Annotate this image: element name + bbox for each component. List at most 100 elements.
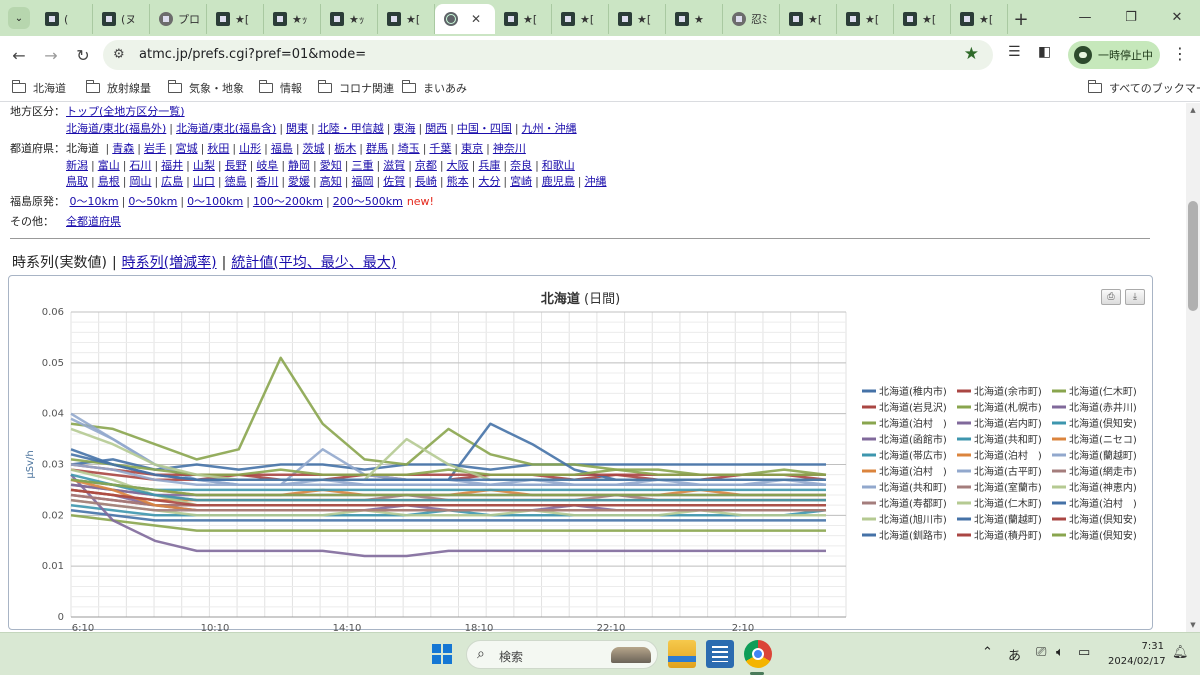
nav-link[interactable]: 新潟 bbox=[66, 159, 88, 172]
bookmark-item[interactable]: 情報 bbox=[258, 80, 302, 96]
browser-tab[interactable]: ★[ bbox=[207, 4, 264, 34]
nav-link[interactable]: 大分 bbox=[478, 175, 500, 188]
nav-link[interactable]: 北海道/東北(福島外) bbox=[66, 122, 166, 135]
nav-link[interactable]: 愛媛 bbox=[288, 175, 310, 188]
clock[interactable]: 7:31 2024/02/17 bbox=[1108, 639, 1166, 669]
nav-link[interactable]: 京都 bbox=[415, 159, 437, 172]
minimize-icon[interactable]: — bbox=[1062, 0, 1108, 34]
taskbar-search[interactable]: ⌕ 検索 bbox=[466, 640, 658, 669]
browser-tab[interactable]: ★[ bbox=[552, 4, 609, 34]
nav-link[interactable]: 200～500km bbox=[333, 195, 403, 208]
download-icon[interactable]: ⤓ bbox=[1125, 289, 1145, 305]
nav-link[interactable]: 北陸・甲信越 bbox=[318, 122, 384, 135]
nav-link[interactable]: 兵庫 bbox=[478, 159, 500, 172]
back-arrow-icon[interactable]: ← bbox=[6, 43, 32, 67]
volume-icon[interactable]: 🔈︎ bbox=[1056, 645, 1064, 660]
bookmark-item[interactable]: 北海道 bbox=[11, 80, 66, 96]
nav-link[interactable]: 佐賀 bbox=[383, 175, 405, 188]
browser-tab[interactable]: 忍ﾐ bbox=[723, 4, 780, 34]
nav-link[interactable]: 北海道/東北(福島含) bbox=[176, 122, 276, 135]
browser-tab[interactable]: プロ bbox=[150, 4, 207, 34]
chrome-icon[interactable] bbox=[744, 640, 772, 668]
browser-tab[interactable]: ★ｯ bbox=[321, 4, 378, 34]
nav-link[interactable]: 群馬 bbox=[366, 142, 388, 155]
nav-link[interactable]: 福島 bbox=[271, 142, 293, 155]
nav-link[interactable]: 山形 bbox=[239, 142, 261, 155]
bookmark-item[interactable]: まいあみ bbox=[401, 80, 467, 96]
print-icon[interactable]: ⎙ bbox=[1101, 289, 1121, 305]
region-top-link[interactable]: トップ(全地方区分一覧) bbox=[66, 105, 185, 118]
nav-link[interactable]: 石川 bbox=[129, 159, 151, 172]
nav-link[interactable]: 中国・四国 bbox=[457, 122, 512, 135]
nav-link[interactable]: 秋田 bbox=[207, 142, 229, 155]
browser-tab[interactable]: ★ｯ bbox=[264, 4, 321, 34]
nav-link[interactable]: 100～200km bbox=[253, 195, 323, 208]
browser-tab[interactable]: ★[ bbox=[951, 4, 1008, 34]
chevron-up-icon[interactable]: ⌃ bbox=[982, 645, 993, 660]
nav-link[interactable]: 関西 bbox=[425, 122, 447, 135]
site-info-icon[interactable]: ⚙ bbox=[113, 47, 125, 62]
nav-link[interactable]: 島根 bbox=[98, 175, 120, 188]
nav-link[interactable]: 東京 bbox=[461, 142, 483, 155]
nav-link[interactable]: 熊本 bbox=[447, 175, 469, 188]
nav-link[interactable]: 鹿児島 bbox=[542, 175, 575, 188]
nav-link[interactable]: 関東 bbox=[286, 122, 308, 135]
nav-link[interactable]: 岩手 bbox=[144, 142, 166, 155]
nav-link[interactable]: 東海 bbox=[393, 122, 415, 135]
url-text[interactable]: atmc.jp/prefs.cgi?pref=01&mode= bbox=[139, 47, 366, 62]
nav-link[interactable]: 宮崎 bbox=[510, 175, 532, 188]
nav-link[interactable]: 栃木 bbox=[334, 142, 356, 155]
nav-link[interactable]: 高知 bbox=[320, 175, 342, 188]
side-panel-icon[interactable]: ◧ bbox=[1038, 44, 1051, 60]
nav-link[interactable]: 0～100km bbox=[187, 195, 243, 208]
nav-link[interactable]: 埼玉 bbox=[398, 142, 420, 155]
windows-start-icon[interactable] bbox=[432, 644, 452, 664]
nav-link[interactable]: 鳥取 bbox=[66, 175, 88, 188]
new-tab-plus-icon[interactable]: + bbox=[1008, 4, 1034, 34]
nav-link[interactable]: 山梨 bbox=[193, 159, 215, 172]
notepad-icon[interactable] bbox=[706, 640, 734, 668]
browser-tab[interactable]: ✕ bbox=[435, 4, 495, 34]
bookmark-star-icon[interactable]: ★ bbox=[964, 44, 979, 64]
browser-tab[interactable]: ★[ bbox=[495, 4, 552, 34]
scroll-down-icon[interactable]: ▼ bbox=[1186, 618, 1200, 632]
nav-link[interactable]: 大阪 bbox=[447, 159, 469, 172]
mode-stats-link[interactable]: 統計値(平均、最少、最大) bbox=[231, 255, 396, 271]
browser-tab[interactable]: ★[ bbox=[780, 4, 837, 34]
nav-link[interactable]: 0～50km bbox=[128, 195, 177, 208]
close-tab-icon[interactable]: ✕ bbox=[471, 12, 481, 26]
bookmark-item[interactable]: 放射線量 bbox=[85, 80, 151, 96]
browser-tab[interactable]: (ヌ bbox=[93, 4, 150, 34]
ime-mode[interactable]: あ bbox=[1008, 645, 1021, 664]
browser-tab[interactable]: ★[ bbox=[894, 4, 951, 34]
kebab-menu-icon[interactable]: ⋮ bbox=[1172, 44, 1188, 63]
nav-link[interactable]: 岡山 bbox=[129, 175, 151, 188]
browser-tab[interactable]: ★[ bbox=[837, 4, 894, 34]
nav-link[interactable]: 九州・沖縄 bbox=[522, 122, 577, 135]
nav-link[interactable]: 徳島 bbox=[225, 175, 247, 188]
nav-link[interactable]: 宮城 bbox=[176, 142, 198, 155]
nav-link[interactable]: 和歌山 bbox=[542, 159, 575, 172]
all-prefectures-link[interactable]: 全都道府県 bbox=[66, 215, 121, 228]
restore-icon[interactable]: ❐ bbox=[1108, 0, 1154, 34]
nav-link[interactable]: 山口 bbox=[193, 175, 215, 188]
nav-link[interactable]: 岐阜 bbox=[256, 159, 278, 172]
notification-bell-icon[interactable]: 🔔︎ bbox=[1172, 645, 1189, 660]
nav-link[interactable]: 静岡 bbox=[288, 159, 310, 172]
nav-link[interactable]: 滋賀 bbox=[383, 159, 405, 172]
address-bar[interactable]: ⚙ atmc.jp/prefs.cgi?pref=01&mode= ★ bbox=[103, 40, 993, 70]
bookmark-item[interactable]: コロナ関連 bbox=[317, 80, 394, 96]
network-icon[interactable]: ⎚ bbox=[1036, 645, 1046, 660]
nav-link[interactable]: 千葉 bbox=[429, 142, 451, 155]
nav-link[interactable]: 神奈川 bbox=[493, 142, 526, 155]
browser-tab[interactable]: ★ bbox=[666, 4, 723, 34]
nav-link[interactable]: 茨城 bbox=[303, 142, 325, 155]
forward-arrow-icon[interactable]: → bbox=[38, 43, 64, 67]
all-bookmarks-folder[interactable]: すべてのブックマーク bbox=[1087, 80, 1200, 96]
nav-link[interactable]: 福岡 bbox=[351, 175, 373, 188]
scroll-up-icon[interactable]: ▲ bbox=[1186, 103, 1200, 117]
nav-link[interactable]: 0～10km bbox=[70, 195, 119, 208]
nav-link[interactable]: 愛知 bbox=[320, 159, 342, 172]
scroll-thumb[interactable] bbox=[1188, 201, 1198, 311]
nav-link[interactable]: 青森 bbox=[112, 142, 134, 155]
